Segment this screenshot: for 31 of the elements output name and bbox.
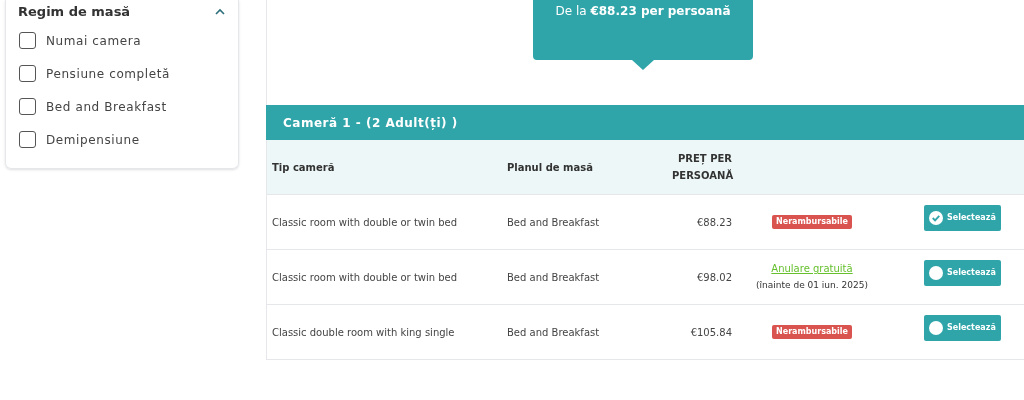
- checkbox[interactable]: [19, 98, 36, 115]
- select-button[interactable]: Selectează: [924, 260, 1001, 286]
- nonrefundable-badge: Nerambursabile: [772, 215, 852, 229]
- checkbox[interactable]: [19, 65, 36, 82]
- table-cell-text: Bed and Breakfast: [507, 325, 601, 340]
- table-cell-text: Bed and Breakfast: [507, 215, 601, 230]
- table-cell-text: €98.02: [696, 270, 732, 285]
- table-cell-text: €88.23: [696, 215, 732, 230]
- checkbox[interactable]: [19, 32, 36, 49]
- option-label: Bed and Breakfast: [46, 98, 167, 116]
- checkbox[interactable]: [19, 131, 36, 148]
- column-header: PREȚ PER PERSOANĂ: [672, 152, 732, 183]
- option-label: Pensiune completă: [46, 65, 170, 83]
- filter-title: Regim de masă: [18, 3, 131, 22]
- select-button[interactable]: Selectează: [924, 205, 1001, 231]
- cancellation-deadline: (înainte de 01 iun. 2025): [756, 279, 868, 293]
- option-label: Numai camera: [46, 32, 142, 50]
- nonrefundable-badge: Nerambursabile: [772, 325, 852, 339]
- table-cell-text: €105.84: [689, 325, 732, 340]
- select-button[interactable]: Selectează: [924, 315, 1001, 341]
- column-header: Planul de masă: [507, 160, 594, 175]
- table-cell-text: Classic room with double or twin bed: [272, 270, 459, 285]
- chevron-up-icon[interactable]: [214, 8, 226, 16]
- column-header: Tip cameră: [272, 160, 336, 175]
- table-cell-text: Classic room with double or twin bed: [272, 215, 459, 230]
- table-cell-text: Bed and Breakfast: [507, 270, 601, 285]
- room-title: Cameră 1 - (2 Adult(ți) ): [283, 114, 458, 132]
- table-cell-text: Classic double room with king single: [272, 325, 456, 340]
- free-cancellation-link[interactable]: Anulare gratuită: [771, 261, 853, 277]
- price-text: De la €88.23 per persoană: [555, 3, 731, 20]
- option-label: Demipensiune: [46, 131, 140, 149]
